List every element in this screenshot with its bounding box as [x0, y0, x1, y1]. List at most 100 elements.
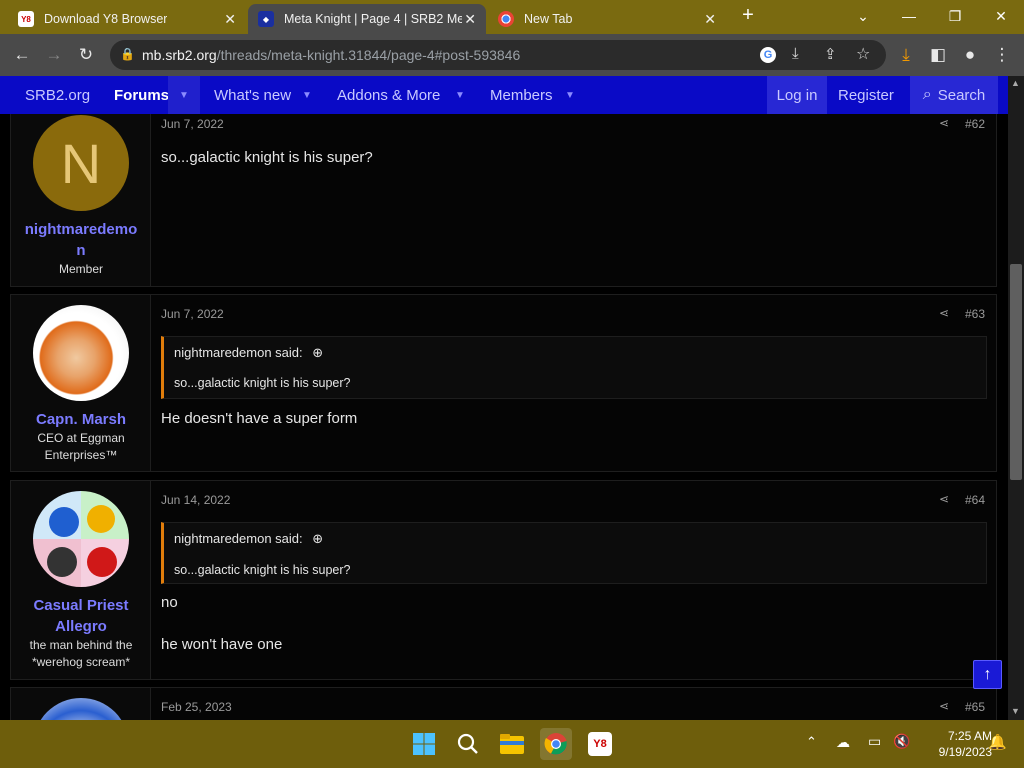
post-62: N nightmaredemo n Member Jun 7, 2022 ⋖ #…	[10, 114, 997, 287]
register-button[interactable]: Register	[838, 76, 894, 114]
username[interactable]: Casual Priest Allegro	[11, 595, 151, 637]
nav-whats-new[interactable]: What's new	[214, 76, 291, 114]
lock-icon[interactable]: 🔒	[120, 47, 136, 63]
srb2-icon: ◆	[258, 11, 274, 27]
tab-new-tab[interactable]: New Tab ✕	[488, 4, 726, 34]
address-bar[interactable]: 🔒 mb.srb2.org/threads/meta-knight.31844/…	[110, 40, 886, 70]
y8-icon: Y8	[588, 732, 612, 756]
menu-icon[interactable]: ⋮	[990, 43, 1014, 67]
quote-body: so...galactic knight is his super?	[174, 563, 351, 577]
onedrive-icon[interactable]: ☁	[836, 734, 850, 751]
post-number[interactable]: #62	[965, 117, 985, 131]
post-date[interactable]: Jun 7, 2022	[161, 117, 224, 131]
post-body: He doesn't have a super form	[161, 410, 358, 427]
windows-taskbar: Y8 ⌃ ☁ ▭ 🔇 7:25 AM 9/19/2023 🔔	[0, 720, 1024, 768]
post-64: Casual Priest Allegro the man behind the…	[10, 480, 997, 680]
members-chevron-down-icon[interactable]: ▼	[565, 76, 575, 114]
scroll-down-icon[interactable]: ▼	[1011, 706, 1020, 716]
quote-block: nightmaredemon said: ⊕ so...galactic kni…	[161, 336, 987, 399]
google-lens-icon[interactable]: G	[760, 47, 776, 63]
quote-author[interactable]: nightmaredemon said: ⊕	[174, 345, 323, 361]
share-icon[interactable]: ⋖	[939, 492, 949, 506]
forward-icon[interactable]: →	[42, 43, 66, 67]
avatar[interactable]	[33, 305, 129, 401]
close-window-button[interactable]: ✕	[978, 0, 1024, 32]
post-date[interactable]: Feb 25, 2023	[161, 700, 232, 714]
y8-browser-taskbar-icon[interactable]: Y8	[584, 728, 616, 760]
volume-muted-icon[interactable]: 🔇	[893, 733, 910, 750]
username[interactable]: nightmaredemo n	[11, 219, 151, 261]
search-icon: ⌕	[922, 86, 932, 103]
arrow-up-circle-icon[interactable]: ⊕	[312, 531, 323, 546]
scroll-up-icon[interactable]: ▲	[1011, 78, 1020, 88]
clock[interactable]: 7:25 AM 9/19/2023	[912, 728, 992, 760]
share-icon[interactable]: ⋖	[939, 699, 949, 713]
chevron-up-icon[interactable]: ⌃	[806, 734, 817, 750]
avatar-tails-shape	[87, 505, 115, 533]
reload-icon[interactable]: ↻	[74, 43, 98, 67]
chrome-taskbar-icon[interactable]	[540, 728, 572, 760]
post-number[interactable]: #64	[965, 493, 985, 507]
tab-meta-knight[interactable]: ◆ Meta Knight | Page 4 | SRB2 Mes ✕	[248, 4, 486, 34]
url-path: /threads/meta-knight.31844/page-4#post-5…	[216, 47, 521, 63]
share-icon[interactable]: ⋖	[939, 306, 949, 320]
site-logo[interactable]: SRB2.org	[25, 76, 90, 114]
arrow-up-icon: ↑	[983, 665, 992, 683]
close-tab-icon[interactable]: ✕	[224, 11, 236, 28]
forums-chevron-down-icon[interactable]: ▼	[168, 76, 200, 114]
browser-toolbar: ← → ↻ 🔒 mb.srb2.org/threads/meta-knight.…	[0, 34, 1024, 76]
scroll-to-top-button[interactable]: ↑	[973, 660, 1002, 689]
share-icon[interactable]: ⋖	[939, 116, 949, 130]
close-tab-icon[interactable]: ✕	[704, 11, 716, 28]
nav-forums[interactable]: Forums	[114, 76, 169, 114]
new-tab-button[interactable]: +	[738, 5, 758, 26]
addons-chevron-down-icon[interactable]: ▼	[455, 76, 465, 114]
post-date[interactable]: Jun 14, 2022	[161, 493, 230, 507]
avatar[interactable]	[33, 491, 129, 587]
post-date[interactable]: Jun 7, 2022	[161, 307, 224, 321]
install-icon[interactable]: ⤓	[792, 45, 799, 62]
avatar-shadow-shape	[47, 547, 77, 577]
page-scrollbar[interactable]: ▲ ▼	[1008, 76, 1024, 720]
arrow-up-circle-icon[interactable]: ⊕	[312, 345, 323, 360]
minimize-button[interactable]: —	[886, 0, 932, 32]
side-panel-icon[interactable]: ◧	[926, 43, 950, 67]
network-icon[interactable]: ▭	[868, 733, 881, 750]
search-button[interactable]: ⌕ Search	[910, 76, 998, 114]
bookmark-star-icon[interactable]: ☆	[856, 44, 870, 64]
avatar-knuckles-shape	[87, 547, 117, 577]
avatar[interactable]: N	[33, 115, 129, 211]
site-nav: SRB2.org Forums ▼ What's new ▼ Addons & …	[0, 76, 1008, 114]
avatar[interactable]	[33, 698, 129, 720]
nav-members[interactable]: Members	[490, 76, 553, 114]
download-icon[interactable]: ⤓	[894, 43, 918, 67]
windows-start-icon[interactable]	[408, 728, 440, 760]
url-host: mb.srb2.org	[142, 47, 217, 63]
browser-tab-bar: Y8 Download Y8 Browser ✕ ◆ Meta Knight |…	[0, 0, 1024, 34]
thread-content: N nightmaredemo n Member Jun 7, 2022 ⋖ #…	[0, 114, 1008, 720]
scrollbar-thumb[interactable]	[1010, 264, 1022, 480]
whats-new-chevron-down-icon[interactable]: ▼	[302, 76, 312, 114]
post-number[interactable]: #63	[965, 307, 985, 321]
login-button[interactable]: Log in	[767, 76, 827, 114]
close-tab-icon[interactable]: ✕	[464, 11, 476, 28]
restore-button[interactable]: ❐	[932, 0, 978, 32]
back-icon[interactable]: ←	[10, 43, 34, 67]
post-body: so...galactic knight is his super?	[161, 149, 373, 166]
notification-bell-icon[interactable]: 🔔	[988, 733, 1007, 751]
tab-search-icon[interactable]: ⌄	[840, 0, 886, 32]
post-63: Capn. Marsh CEO at Eggman Enterprises™ J…	[10, 294, 997, 472]
tab-download-y8[interactable]: Y8 Download Y8 Browser ✕	[8, 4, 246, 34]
share-icon[interactable]: ⇪	[824, 45, 837, 63]
chrome-icon	[498, 11, 514, 27]
y8-icon: Y8	[18, 11, 34, 27]
post-number[interactable]: #65	[965, 700, 985, 714]
username[interactable]: Capn. Marsh	[11, 409, 151, 430]
quote-block: nightmaredemon said: ⊕ so...galactic kni…	[161, 522, 987, 584]
file-explorer-icon[interactable]	[496, 728, 528, 760]
user-title: CEO at Eggman Enterprises™	[37, 431, 125, 462]
search-icon[interactable]	[452, 728, 484, 760]
nav-addons[interactable]: Addons & More	[337, 76, 440, 114]
quote-author[interactable]: nightmaredemon said: ⊕	[174, 531, 323, 547]
profile-icon[interactable]: ●	[958, 43, 982, 67]
